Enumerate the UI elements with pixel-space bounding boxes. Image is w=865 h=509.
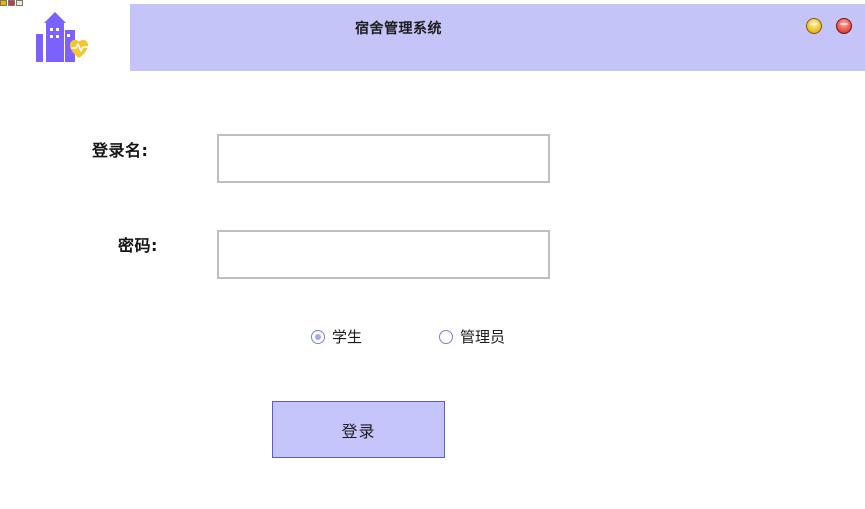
system-glyph-icon [8,0,15,6]
role-student-label: 学生 [332,328,363,346]
radio-unselected-icon [439,329,453,344]
role-admin-label: 管理员 [460,328,506,346]
login-button[interactable]: 登录 [272,401,445,458]
username-label: 登录名: [92,141,149,160]
password-input[interactable] [217,230,550,279]
title-bar: 宿舍管理系统 [130,4,865,71]
close-button[interactable] [836,18,852,34]
system-glyph-icon [0,0,7,6]
minimize-button[interactable] [806,18,822,34]
logo-area [0,0,130,72]
dormitory-logo-icon [36,12,88,62]
password-label: 密码: [118,236,158,255]
username-input[interactable] [217,134,550,183]
system-status-glyphs [0,0,23,6]
system-glyph-icon [16,0,23,6]
login-window: 宿舍管理系统 登录名: 密码: 学生 管理员 登录 [0,0,865,509]
radio-selected-icon [311,329,325,344]
role-radio-student[interactable]: 学生 [311,326,362,347]
role-radio-admin[interactable]: 管理员 [439,326,505,347]
window-title: 宿舍管理系统 [355,21,442,37]
